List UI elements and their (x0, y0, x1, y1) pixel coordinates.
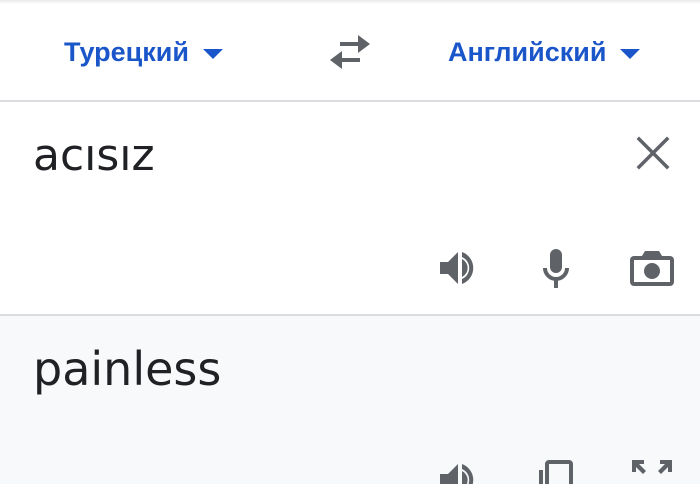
caret-down-icon (202, 49, 223, 59)
top-shadow (0, 0, 700, 4)
target-language-label: Английский (448, 36, 607, 67)
copy-icon[interactable] (532, 456, 580, 484)
caret-down-icon (620, 49, 641, 59)
microphone-icon[interactable] (532, 244, 580, 292)
speaker-icon[interactable] (434, 456, 482, 484)
fullscreen-icon[interactable] (628, 456, 676, 484)
language-bar: Турецкий Английский (0, 0, 700, 102)
source-language-selector[interactable]: Турецкий (64, 34, 223, 70)
camera-icon[interactable] (628, 244, 676, 292)
source-panel: acısız (0, 102, 700, 316)
swap-horiz-icon[interactable] (326, 32, 374, 72)
translation-text: painless (33, 342, 222, 396)
translation-result-panel: painless (0, 316, 700, 484)
source-language-label: Турецкий (64, 36, 189, 67)
close-icon[interactable] (632, 132, 674, 174)
target-language-selector[interactable]: Английский (448, 34, 641, 70)
speaker-icon[interactable] (434, 244, 482, 292)
source-text-input[interactable]: acısız (33, 130, 155, 181)
